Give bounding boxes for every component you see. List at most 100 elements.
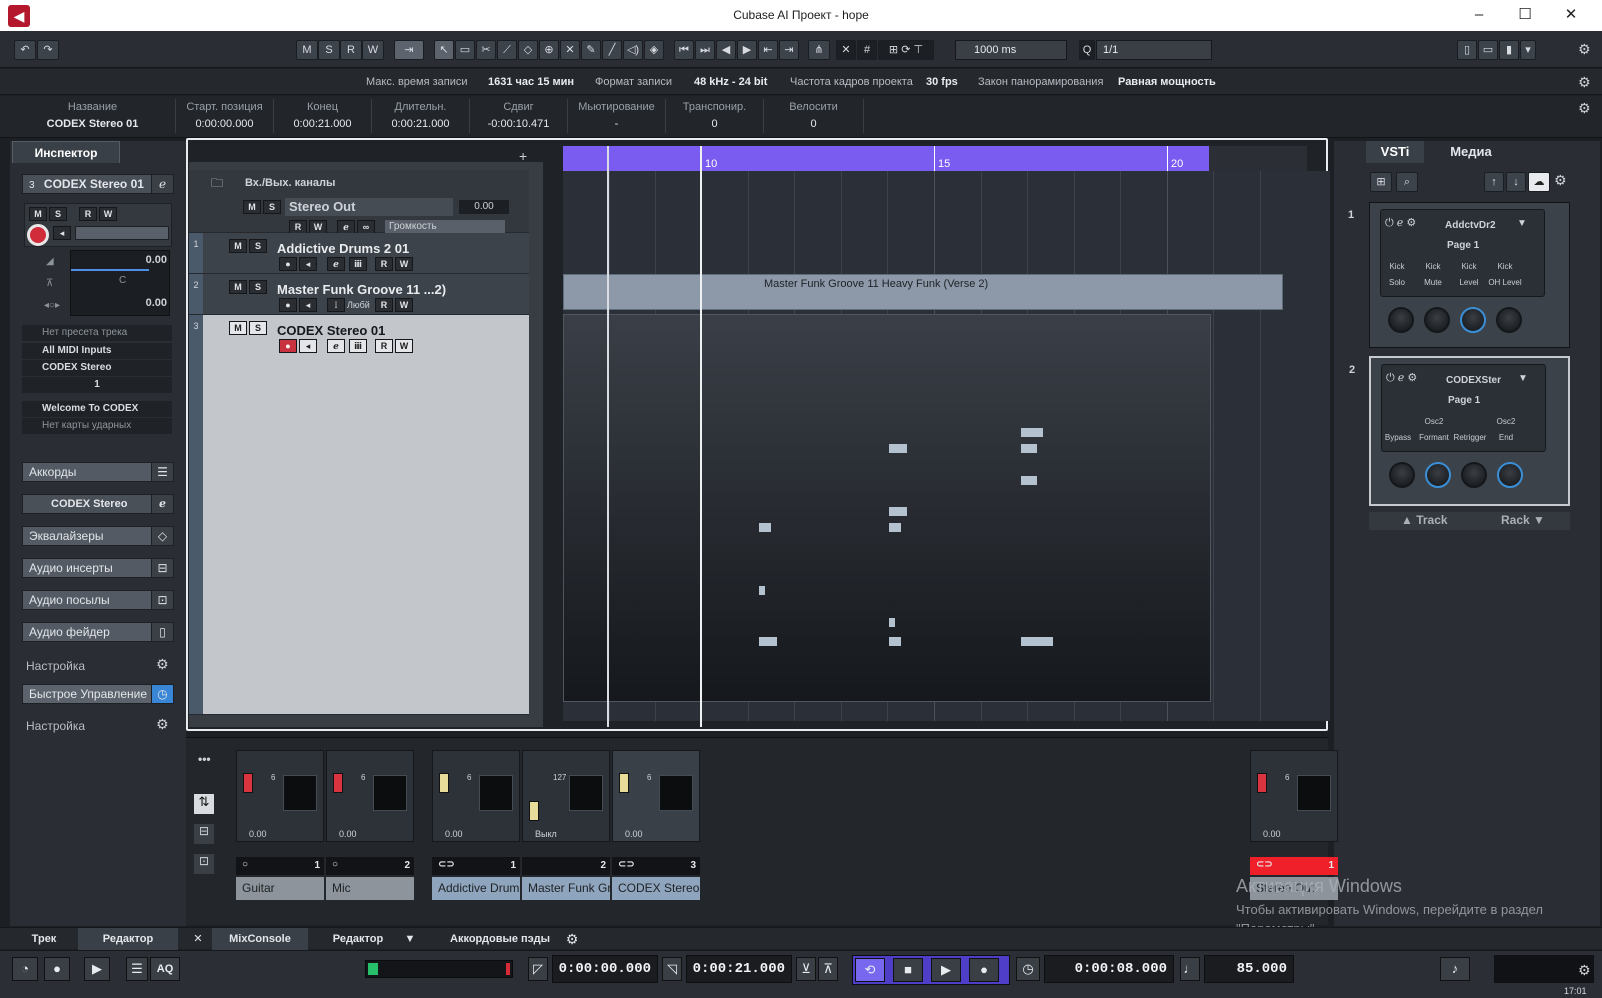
drum-map-select[interactable]: Нет карты ударных (22, 418, 172, 434)
vsti-slot-2-power-icon[interactable]: ⏻ ℯ ⚙ (1386, 371, 1417, 385)
fader-addictive[interactable] (439, 773, 449, 793)
track-1-read-button[interactable]: R (375, 257, 393, 271)
metronome-icon[interactable]: ♪ (1440, 957, 1470, 981)
vsti-slot-1-knob-4[interactable] (1496, 307, 1522, 333)
track-1-edit-icon[interactable]: ℯ (327, 257, 345, 271)
close-lower-zone-icon[interactable]: ✕ (190, 928, 206, 950)
automation-mode-icon[interactable]: ⇥ (394, 40, 424, 60)
vsti-slot-2-knob-1[interactable] (1389, 462, 1415, 488)
midi-channel-field[interactable]: 1 (22, 377, 172, 393)
info-start[interactable]: Старт. позиция 0:00:00.000 (176, 99, 274, 133)
channel-name-masterfunk[interactable]: Master Funk Gr (522, 877, 610, 900)
inspector-track-header[interactable]: 3 CODEX Stereo 01 ℯ (22, 174, 174, 194)
vsti-slot-1-power-icon[interactable]: ⏻ ℯ ⚙ (1385, 216, 1416, 230)
midi-output-select[interactable]: CODEX Stereo (22, 360, 172, 376)
channel-header-masterfunk[interactable]: 2 (522, 857, 610, 875)
sends-section[interactable]: Аудио посылы ⊡ (22, 590, 174, 610)
left-locator-time[interactable]: 0:00:00.000 (552, 955, 658, 983)
vsti-slot-2-plugin[interactable]: ⏻ ℯ ⚙ CODEXSter ▼ Page 1 Osc2 Osc2 Bypas… (1381, 364, 1546, 452)
inspector-solo-button[interactable]: S (49, 207, 67, 221)
fader-stereo-out[interactable] (1257, 773, 1267, 793)
info-name[interactable]: Название CODEX Stereo 01 (10, 99, 176, 133)
track-3[interactable]: 3 M S CODEX Stereo 01 ● ◂ ℯ ⅲ R W (189, 315, 529, 715)
track-1-monitor-button[interactable]: ◂ (299, 257, 317, 271)
mixer-inserts-icon[interactable]: ⊟ (194, 824, 214, 844)
fader-guitar[interactable] (243, 773, 253, 793)
track-footer-button[interactable]: ▲ Track (1401, 513, 1448, 527)
right-zone-icon[interactable]: ▮ (1499, 40, 1519, 60)
marker-icon[interactable]: ☰ (126, 957, 148, 981)
mixer-sends-icon[interactable]: ⊡ (194, 854, 214, 874)
vsti-slot-2-knob-4[interactable] (1497, 462, 1523, 488)
primary-time-display[interactable]: 0:00:08.000 (1044, 955, 1174, 983)
mixer-strip-codex[interactable]: 6 0.00 (612, 750, 700, 842)
stereo-out-edit-icon[interactable]: ℯ (337, 220, 355, 234)
minimize-button[interactable]: – (1464, 4, 1494, 26)
erase-tool-icon[interactable]: ◇ (518, 40, 538, 60)
left-locator-icon[interactable]: ◸ (528, 957, 548, 981)
solo-mode-button[interactable]: S (318, 40, 340, 60)
play-button[interactable]: ▶ (931, 958, 961, 982)
track-preset-field[interactable]: Нет пресета трека (22, 325, 172, 341)
quantize-icon[interactable]: Q (1079, 40, 1095, 60)
track-3-record-button[interactable]: ● (279, 339, 297, 353)
setup-label-2[interactable]: Настройка (26, 719, 85, 733)
track-2-drum-icon[interactable]: ⦙ (327, 298, 345, 312)
record-button[interactable]: ● (969, 958, 999, 982)
auto-quantize-button[interactable]: AQ (150, 957, 180, 981)
editor-dropdown-icon[interactable]: ▼ (400, 928, 420, 950)
vsti-slot-1-plugin[interactable]: ⏻ ℯ ⚙ AddctvDr2 ▼ Page 1 Kick Kick Kick … (1380, 209, 1545, 297)
track-1-instrument-icon[interactable]: ⅲ (349, 257, 367, 271)
midi-part-codex[interactable] (563, 314, 1211, 702)
info-velocity[interactable]: Велосити 0 (764, 99, 864, 133)
vsti-slot-1-knob-1[interactable] (1388, 307, 1414, 333)
tab-chord-pads[interactable]: Аккордовые пэды (430, 928, 570, 950)
stereo-out-solo-button[interactable]: S (263, 200, 281, 214)
stereo-out-mute-button[interactable]: M (243, 200, 261, 214)
post-roll-icon[interactable]: ⊼ (818, 957, 838, 981)
draw-tool-icon[interactable]: ✎ (581, 40, 601, 60)
inspector-tab[interactable]: Инспектор (12, 141, 120, 163)
fader-masterfunk[interactable] (529, 801, 539, 821)
track-2-record-button[interactable]: ● (279, 298, 297, 312)
range-tool-icon[interactable]: ▭ (455, 40, 475, 60)
info-mute[interactable]: Мьютирование - (568, 99, 666, 133)
timeline-ruler[interactable]: 10 15 20 (563, 146, 1307, 171)
track-3-edit-icon[interactable]: ℯ (327, 339, 345, 353)
stop-button[interactable]: ■ (893, 958, 923, 982)
undo-button[interactable]: ↶ (14, 40, 36, 60)
channel-name-guitar[interactable]: Guitar (236, 877, 324, 900)
track-1-solo-button[interactable]: S (249, 239, 267, 253)
pointer-tool-icon[interactable]: ↖ (434, 40, 454, 60)
color-tool-icon[interactable]: ◈ (644, 40, 664, 60)
toolbar-settings-gear-icon[interactable]: ⚙ (1578, 41, 1591, 58)
snap-on-icon[interactable]: ✕ (836, 40, 856, 60)
vsti-slot-2-dropdown-icon[interactable]: ▼ (1518, 373, 1528, 384)
inspector-level-box[interactable]: 0.00 C 0.00 (70, 250, 170, 316)
vsti-slot-1[interactable]: 1 ⏻ ℯ ⚙ AddctvDr2 ▼ Page 1 Kick Kick Kic… (1348, 202, 1570, 348)
tab-editor[interactable]: Редактор (318, 928, 398, 950)
read-mode-button[interactable]: R (340, 40, 362, 60)
infoline-settings-gear-icon[interactable]: ⚙ (1578, 74, 1591, 91)
next-marker-icon[interactable]: ⇥ (779, 40, 799, 60)
nudge-value-select[interactable]: 1000 ms (955, 40, 1067, 60)
tab-mixconsole[interactable]: MixConsole (212, 928, 308, 950)
stereo-out-write-button[interactable]: W (309, 220, 327, 234)
mixer-more-icon[interactable]: ••• (198, 752, 211, 766)
channel-header-addictive[interactable]: ⊂⊃ 1 (432, 857, 520, 875)
info-end[interactable]: Конец 0:00:21.000 (274, 99, 372, 133)
track-1[interactable]: 1 M S Addictive Drums 2 01 ● ◂ ℯ ⅲ R W (189, 233, 529, 274)
event-display[interactable]: Master Funk Groove 11 Heavy Funk (Verse … (563, 171, 1330, 721)
split-tool-icon[interactable]: ✂ (476, 40, 496, 60)
vsti-up-icon[interactable]: ↑ (1484, 172, 1504, 192)
tempo-display[interactable]: 85.000 (1204, 955, 1294, 983)
mixer-strip-addictive[interactable]: 6 0.00 (432, 750, 520, 842)
forward-icon[interactable]: ▶ (737, 40, 757, 60)
fader-codex[interactable] (619, 773, 629, 793)
grid-type-select[interactable]: ⊞ ⟳ ⊤ (878, 40, 934, 60)
line-tool-icon[interactable]: ╱ (602, 40, 622, 60)
track-2-solo-button[interactable]: S (249, 280, 267, 294)
cycle-range[interactable] (563, 146, 1209, 171)
go-to-end-icon[interactable]: ⏭ (695, 40, 715, 60)
channel-name-addictive[interactable]: Addictive Drum (432, 877, 520, 900)
